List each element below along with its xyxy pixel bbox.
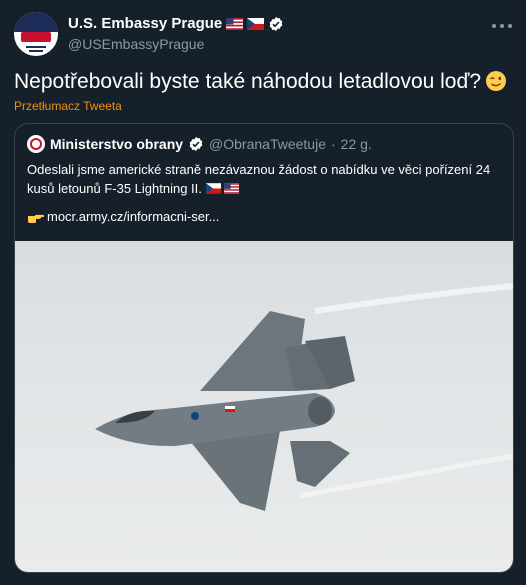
f35-jet-photo[interactable] [15,241,513,572]
quoted-user-name[interactable]: Ministerstvo obrany [50,136,183,152]
separator-dot: · [330,136,336,152]
user-handle[interactable]: @USEmbassyPrague [68,36,204,52]
jet-illustration [95,283,513,511]
tweet-text-content: Nepotřebovali byste také náhodou letadlo… [14,70,482,93]
quoted-tweet-text: Odeslali jsme americké straně nezávaznou… [27,160,503,198]
quoted-tweet-card[interactable]: Ministerstvo obrany @ObranaTweetuje · 22… [14,123,514,573]
us-flag-icon [226,17,244,30]
translate-tweet-link[interactable]: Przetłumacz Tweeta [14,99,122,113]
user-name[interactable]: U.S. Embassy Prague [68,15,222,32]
quoted-text-content: Odeslali jsme americké straně nezávaznou… [27,162,491,196]
quoted-link-row: mocr.army.cz/informacni-ser... [27,209,219,224]
quoted-link[interactable]: mocr.army.cz/informacni-ser... [47,209,219,224]
user-name-row[interactable]: U.S. Embassy Prague [68,15,284,32]
more-options-icon[interactable] [492,16,512,36]
cz-flag-icon [205,183,221,194]
ministry-avatar[interactable] [27,135,45,153]
embassy-seal-icon [14,12,58,32]
pointing-hand-icon [28,214,44,223]
cz-flag-icon [247,17,265,30]
winking-face-icon [486,71,507,91]
us-flag-icon [224,183,240,194]
verified-badge-icon [189,137,203,151]
quoted-timestamp[interactable]: 22 g. [341,136,372,152]
tweet-text: Nepotřebovali byste také náhodou letadlo… [14,70,507,94]
embassy-avatar[interactable] [14,12,58,56]
quoted-user-handle[interactable]: @ObranaTweetuje [209,136,326,152]
verified-badge-icon [269,16,283,31]
quoted-tweet-header: Ministerstvo obrany @ObranaTweetuje · 22… [27,135,372,153]
